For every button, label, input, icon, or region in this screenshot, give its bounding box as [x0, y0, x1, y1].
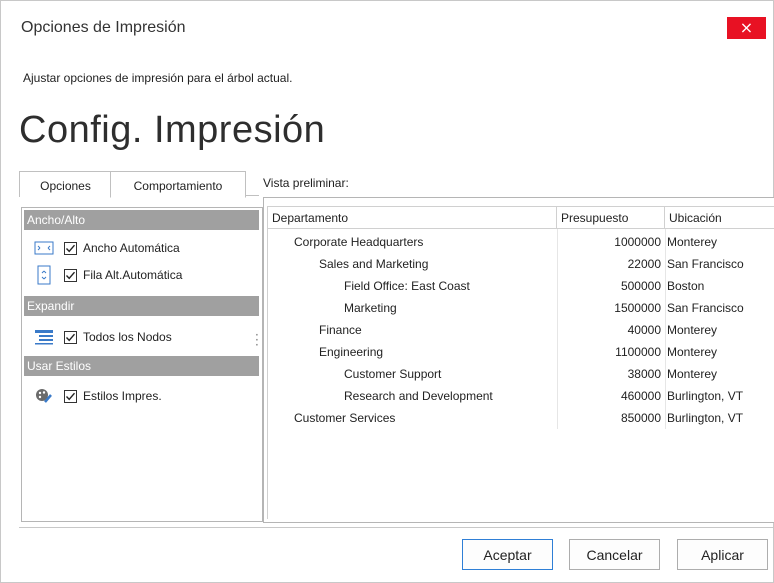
print-preview: Departamento Presupuesto Ubicación Corpo… — [263, 197, 774, 523]
dialog-description: Ajustar opciones de impresión para el ár… — [23, 71, 293, 85]
budget-cell: 40000 — [627, 323, 661, 337]
location-cell: San Francisco — [667, 257, 744, 271]
table-row: Field Office: East Coast 500000 Boston — [268, 275, 774, 297]
budget-cell: 460000 — [620, 389, 661, 403]
option-auto-width[interactable]: Ancho Automática — [34, 238, 180, 258]
resize-height-icon — [34, 265, 54, 285]
palette-icon — [34, 387, 54, 405]
department-cell: Field Office: East Coast — [344, 279, 470, 293]
resize-width-icon — [34, 239, 54, 257]
location-cell: Monterey — [667, 323, 718, 337]
location-cell: Monterey — [667, 345, 718, 359]
location-cell: Burlington, VT — [667, 389, 744, 403]
print-styles-checkbox[interactable] — [64, 389, 77, 403]
table-row: Corporate Headquarters 1000000 Monterey — [268, 231, 774, 253]
department-cell: Marketing — [344, 301, 397, 315]
location-cell: Monterey — [667, 367, 718, 381]
department-cell: Sales and Marketing — [319, 257, 429, 271]
department-cell: Finance — [319, 323, 362, 337]
table-row: Engineering 1100000 Monterey — [268, 341, 774, 363]
all-nodes-label: Todos los Nodos — [83, 330, 172, 344]
option-all-nodes[interactable]: Todos los Nodos — [34, 327, 172, 347]
tab-opciones[interactable]: Opciones — [19, 171, 112, 197]
department-cell: Engineering — [319, 345, 384, 359]
location-cell: San Francisco — [667, 301, 744, 315]
preview-label: Vista preliminar: — [263, 176, 349, 190]
auto-width-checkbox[interactable] — [64, 241, 77, 255]
department-cell: Research and Development — [344, 389, 493, 403]
department-cell: Customer Services — [294, 411, 396, 425]
apply-button[interactable]: Aplicar — [677, 539, 768, 570]
group-header-usar-estilos: Usar Estilos — [24, 356, 259, 376]
print-options-dialog: Opciones de Impresión × Ajustar opciones… — [0, 0, 774, 583]
budget-cell: 500000 — [620, 279, 661, 293]
close-icon[interactable]: × — [740, 18, 753, 37]
department-cell: Corporate Headquarters — [294, 235, 424, 249]
print-styles-label: Estilos Impres. — [83, 389, 162, 403]
all-nodes-checkbox[interactable] — [64, 330, 77, 344]
footer-divider — [19, 527, 774, 528]
group-header-ancho-alto: Ancho/Alto — [24, 210, 259, 230]
list-expand-icon — [34, 328, 54, 346]
location-cell: Burlington, VT — [667, 411, 744, 425]
budget-cell: 1500000 — [614, 301, 661, 315]
dialog-title: Opciones de Impresión — [21, 19, 186, 36]
budget-cell: 38000 — [627, 367, 661, 381]
location-cell: Monterey — [667, 235, 718, 249]
page-heading: Config. Impresión — [19, 109, 326, 151]
column-header-budget: Presupuesto — [557, 207, 665, 229]
close-button[interactable]: × — [727, 17, 766, 39]
department-cell: Customer Support — [344, 367, 442, 381]
table-row: Marketing 1500000 San Francisco — [268, 297, 774, 319]
table-row: Finance 40000 Monterey — [268, 319, 774, 341]
cancel-button[interactable]: Cancelar — [569, 539, 660, 570]
accept-button[interactable]: Aceptar — [462, 539, 553, 570]
splitter-handle[interactable]: · · · — [255, 329, 259, 351]
budget-cell: 850000 — [620, 411, 661, 425]
table-row: Sales and Marketing 22000 San Francisco — [268, 253, 774, 275]
budget-cell: 1000000 — [614, 235, 661, 249]
budget-cell: 22000 — [627, 257, 661, 271]
column-header-location: Ubicación — [665, 207, 774, 229]
behavior-panel: Ancho/Alto Ancho Automática Fila Alt.Aut… — [21, 207, 263, 522]
option-auto-row-height[interactable]: Fila Alt.Automática — [34, 265, 182, 285]
auto-width-label: Ancho Automática — [83, 241, 180, 255]
column-header-department: Departamento — [268, 207, 557, 229]
table-row: Customer Services 850000 Burlington, VT — [268, 407, 774, 429]
location-cell: Boston — [667, 279, 705, 293]
tab-comportamiento[interactable]: Comportamiento — [110, 171, 246, 198]
auto-row-height-label: Fila Alt.Automática — [83, 268, 183, 282]
budget-cell: 1100000 — [615, 345, 661, 359]
option-print-styles[interactable]: Estilos Impres. — [34, 386, 162, 406]
auto-row-height-checkbox[interactable] — [64, 268, 77, 282]
group-header-expandir: Expandir — [24, 296, 259, 316]
preview-grid: Departamento Presupuesto Ubicación Corpo… — [267, 206, 774, 519]
table-row: Customer Support 38000 Monterey — [268, 363, 774, 385]
table-row: Research and Development 460000 Burlingt… — [268, 385, 774, 407]
